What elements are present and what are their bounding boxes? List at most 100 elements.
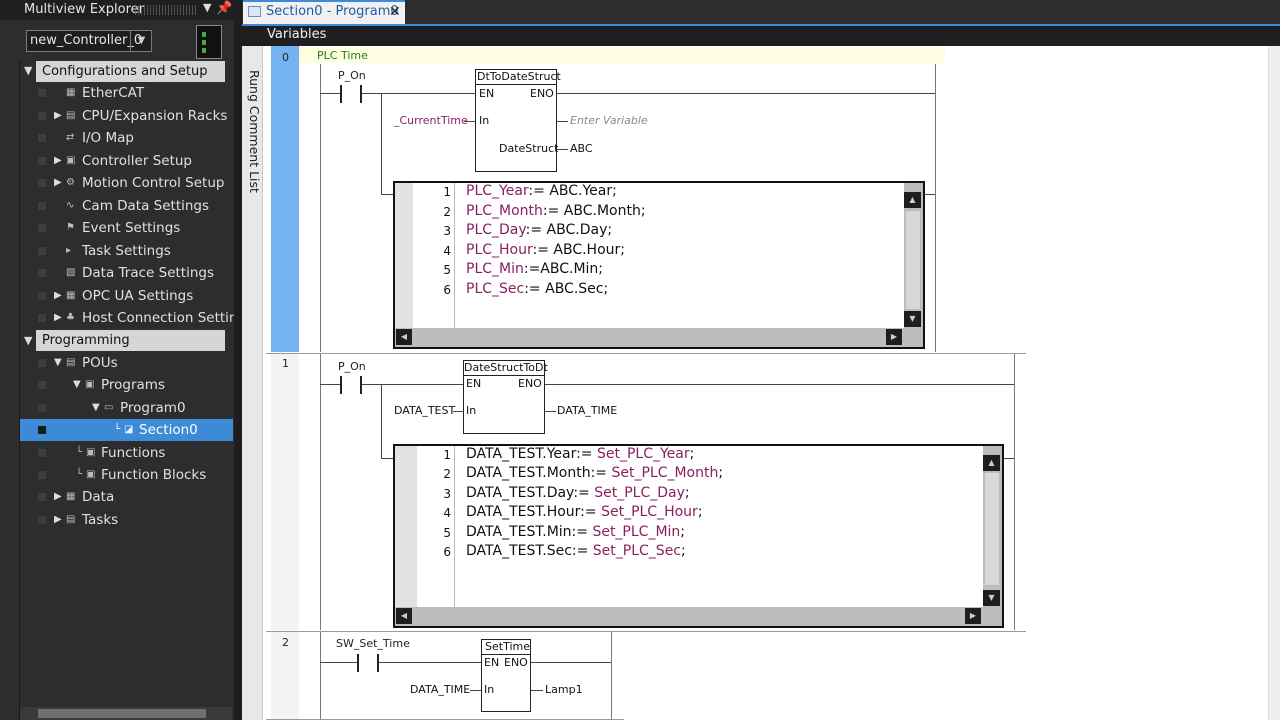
expand-arrow-icon[interactable]: ▶ bbox=[54, 307, 62, 329]
expand-arrow-icon[interactable]: ▶ bbox=[54, 285, 62, 307]
group-programming[interactable]: Programming bbox=[36, 330, 225, 351]
st-code-line[interactable]: PLC_Month:= ABC.Month; bbox=[466, 203, 646, 219]
contact-variable[interactable]: P_On bbox=[338, 360, 366, 373]
editor-vscrollbar[interactable] bbox=[1268, 46, 1280, 720]
tree-item-controller-setup[interactable]: ▶ ▣ Controller Setup bbox=[20, 150, 233, 172]
st-code-line[interactable]: DATA_TEST.Sec:= Set_PLC_Sec; bbox=[466, 543, 686, 559]
row-marker bbox=[38, 157, 46, 165]
st-code-line[interactable]: DATA_TEST.Month:= Set_PLC_Month; bbox=[466, 465, 723, 481]
output-variable[interactable]: ABC bbox=[570, 142, 593, 155]
scroll-right-icon[interactable]: ▶ bbox=[965, 608, 981, 624]
tree-item-pous[interactable]: ▼ ▤ POUs bbox=[20, 352, 233, 374]
st-vscroll-thumb[interactable] bbox=[905, 210, 921, 310]
expand-arrow-icon[interactable]: ▶ bbox=[54, 150, 62, 172]
st-hscrollbar[interactable] bbox=[395, 607, 1002, 626]
st-vscroll-thumb[interactable] bbox=[984, 472, 1000, 586]
tree-item-cam-data[interactable]: ∿ Cam Data Settings bbox=[20, 195, 233, 217]
wire bbox=[557, 121, 568, 122]
scroll-up-icon[interactable]: ▲ bbox=[983, 455, 1000, 471]
scroll-down-icon[interactable]: ▼ bbox=[904, 311, 921, 327]
st-variable: Set_PLC_Day bbox=[594, 485, 685, 501]
expand-arrow-icon[interactable]: ▼ bbox=[73, 374, 81, 396]
pin-in: In bbox=[466, 404, 477, 417]
variables-toggle[interactable]: Variables bbox=[267, 26, 326, 44]
tree-item-programs[interactable]: ▼ ▣ Programs bbox=[20, 374, 233, 396]
st-code-line[interactable]: PLC_Hour:= ABC.Hour; bbox=[466, 242, 625, 258]
input-variable[interactable]: DATA_TEST bbox=[394, 404, 455, 417]
tree-item-opc-ua[interactable]: ▶ ▦ OPC UA Settings bbox=[20, 285, 233, 307]
expand-arrow-icon[interactable]: ▼ bbox=[54, 352, 62, 374]
expand-arrow-icon[interactable]: ▶ bbox=[54, 486, 62, 508]
scroll-up-icon[interactable]: ▲ bbox=[904, 192, 921, 208]
output-variable[interactable]: DATA_TIME bbox=[557, 404, 617, 417]
tree-item-task-settings[interactable]: ▸ Task Settings bbox=[20, 240, 233, 262]
tree-item-data[interactable]: ▶ ▦ Data bbox=[20, 486, 233, 508]
tree-item-program0[interactable]: ▼ ▭ Program0 bbox=[20, 397, 233, 419]
expand-arrow-icon[interactable]: ▶ bbox=[54, 509, 62, 531]
tree-item-label: Data bbox=[82, 489, 115, 505]
tree-item-host-connection[interactable]: ▶ ♣ Host Connection Settings bbox=[20, 307, 253, 329]
wire bbox=[381, 93, 382, 194]
explorer-hscroll-thumb[interactable] bbox=[38, 709, 206, 718]
chevron-down-icon[interactable]: ▼ bbox=[130, 30, 152, 52]
tree-item-io-map[interactable]: ⇄ I/O Map bbox=[20, 127, 233, 149]
tree-item-section0[interactable]: └ ◪ Section0 bbox=[20, 419, 233, 441]
st-hscrollbar[interactable] bbox=[395, 328, 923, 347]
st-code-line[interactable]: PLC_Day:= ABC.Day; bbox=[466, 222, 612, 238]
wire bbox=[320, 662, 358, 663]
expand-arrow-icon[interactable]: ▶ bbox=[54, 172, 62, 194]
expand-arrow-icon[interactable]: ▼ bbox=[24, 64, 32, 77]
output-variable[interactable]: Lamp1 bbox=[545, 683, 583, 696]
contact-variable[interactable]: SW_Set_Time bbox=[336, 637, 410, 650]
tree-item-cpu-racks[interactable]: ▶ ▤ CPU/Expansion Racks bbox=[20, 105, 233, 127]
tree-item-event-settings[interactable]: ⚑ Event Settings bbox=[20, 217, 233, 239]
st-code-line[interactable]: PLC_Min:=ABC.Min; bbox=[466, 261, 603, 277]
row-marker bbox=[38, 381, 46, 389]
close-icon[interactable]: ✕ bbox=[389, 2, 401, 22]
st-code-line[interactable]: DATA_TEST.Min:= Set_PLC_Min; bbox=[466, 524, 685, 540]
enter-variable-placeholder[interactable]: Enter Variable bbox=[570, 114, 648, 127]
contact-variable[interactable]: P_On bbox=[338, 69, 366, 82]
input-variable[interactable]: _CurrentTime bbox=[394, 114, 468, 127]
rung-1-selector[interactable] bbox=[271, 354, 299, 630]
tree-item-ethercat[interactable]: ▦ EtherCAT bbox=[20, 82, 233, 104]
tree-item-motion-control[interactable]: ▶ ⚙ Motion Control Setup bbox=[20, 172, 233, 194]
st-code-line[interactable]: DATA_TEST.Day:= Set_PLC_Day; bbox=[466, 485, 690, 501]
tree-item-tasks[interactable]: ▶ ▤ Tasks bbox=[20, 509, 233, 531]
input-variable[interactable]: DATA_TIME bbox=[410, 683, 470, 696]
contact-sw-set-time[interactable] bbox=[357, 654, 379, 672]
line-number: 1 bbox=[443, 448, 451, 462]
pin-icon[interactable]: 📌 bbox=[216, 1, 232, 16]
expand-arrow-icon[interactable]: ▼ bbox=[24, 334, 32, 347]
wire bbox=[531, 662, 611, 663]
st-code-line[interactable]: PLC_Sec:= ABC.Sec; bbox=[466, 281, 608, 297]
tab-label[interactable]: Section0 - Program0 bbox=[266, 2, 399, 22]
chevron-down-icon[interactable]: ▼ bbox=[203, 1, 211, 14]
data-icon: ▦ bbox=[66, 491, 76, 502]
contact-p-on[interactable] bbox=[340, 376, 362, 394]
rung-0-selector[interactable] bbox=[271, 46, 299, 352]
program-icon: ▭ bbox=[104, 402, 114, 413]
st-code-line[interactable]: PLC_Year:= ABC.Year; bbox=[466, 183, 617, 199]
explorer-grip[interactable] bbox=[135, 5, 197, 15]
rung-comment[interactable] bbox=[299, 47, 945, 63]
wire bbox=[320, 93, 341, 94]
scroll-left-icon[interactable]: ◀ bbox=[396, 608, 412, 624]
panel-splitter[interactable] bbox=[234, 0, 242, 720]
row-marker bbox=[38, 269, 46, 277]
st-code-line[interactable]: DATA_TEST.Year:= Set_PLC_Year; bbox=[466, 446, 694, 462]
variables-bar[interactable] bbox=[242, 24, 1280, 46]
st-code-line[interactable]: DATA_TEST.Hour:= Set_PLC_Hour; bbox=[466, 504, 703, 520]
rung-comment-list-label[interactable]: Rung Comment List bbox=[244, 70, 262, 200]
contact-p-on[interactable] bbox=[340, 85, 362, 103]
expand-arrow-icon[interactable]: ▶ bbox=[54, 105, 62, 127]
group-configurations[interactable]: Configurations and Setup bbox=[36, 61, 225, 82]
fb-header-line bbox=[475, 84, 557, 85]
scroll-down-icon[interactable]: ▼ bbox=[983, 590, 1000, 606]
tree-item-functions[interactable]: └ ▣ Functions bbox=[20, 442, 233, 464]
scroll-left-icon[interactable]: ◀ bbox=[396, 329, 412, 345]
tree-item-data-trace[interactable]: ▧ Data Trace Settings bbox=[20, 262, 233, 284]
scroll-right-icon[interactable]: ▶ bbox=[886, 329, 902, 345]
tree-item-function-blocks[interactable]: └ ▣ Function Blocks bbox=[20, 464, 233, 486]
expand-arrow-icon[interactable]: ▼ bbox=[92, 397, 100, 419]
